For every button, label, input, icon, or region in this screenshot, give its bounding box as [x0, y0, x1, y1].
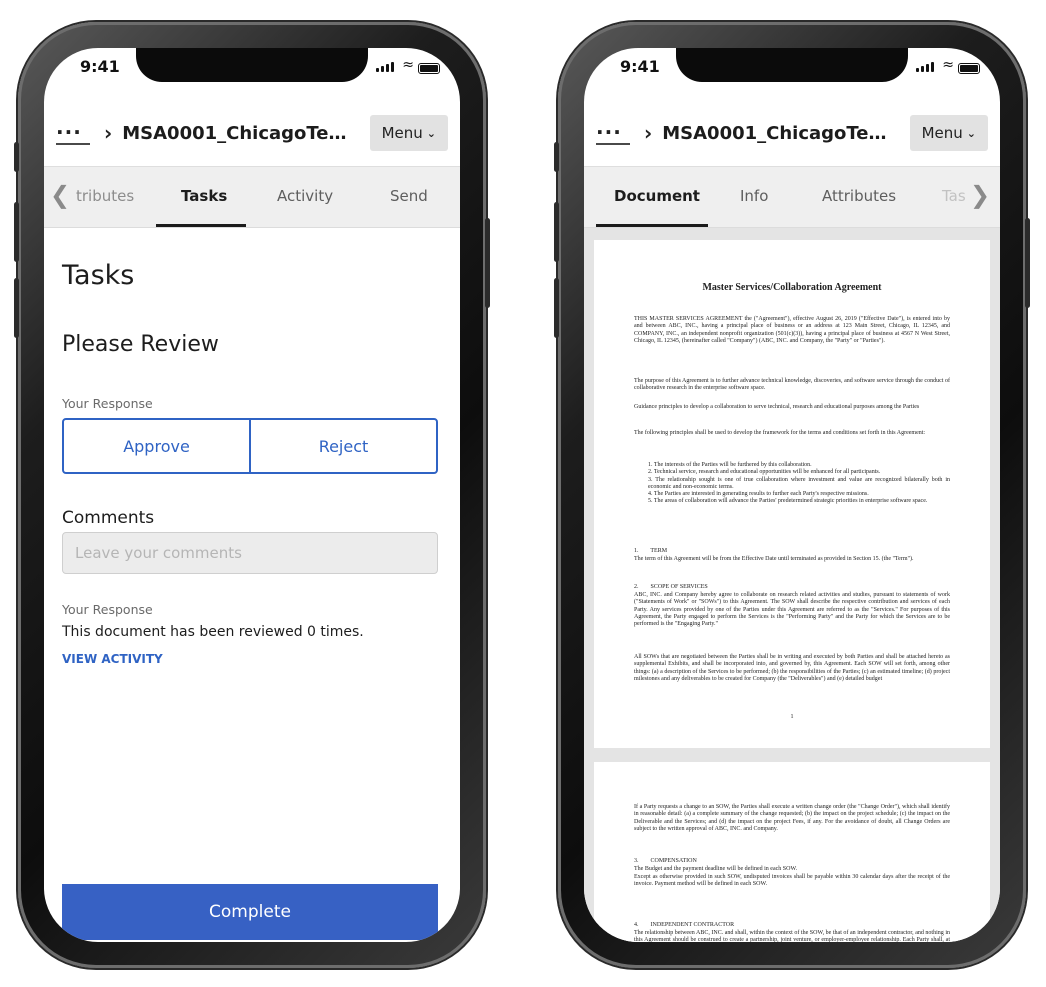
screen-left: 9:41 ≈ ··· › MSA0001_ChicagoTechCo... Me…	[44, 48, 460, 942]
comments-input[interactable]	[62, 532, 438, 574]
power-button	[1025, 218, 1030, 308]
menu-button-label: Menu	[921, 124, 963, 142]
complete-button[interactable]: Complete	[62, 884, 438, 940]
tab-bar: Document Info Attributes Tas ❯	[584, 166, 1000, 228]
doc-paragraph: ABC, INC. and Company hereby agree to co…	[634, 592, 950, 628]
chevron-right-icon[interactable]: ❯	[970, 181, 990, 209]
mute-switch	[14, 142, 19, 172]
menu-button[interactable]: Menu ⌄	[369, 115, 448, 151]
power-button	[485, 218, 490, 308]
status-time: 9:41	[620, 57, 660, 76]
chevron-right-icon[interactable]: ›	[644, 121, 652, 145]
response-label: Your Response	[62, 396, 153, 411]
doc-list-item: 3. The relationship sought is one of tru…	[648, 476, 950, 490]
doc-subheading: Guidance principles to develop a collabo…	[634, 404, 920, 410]
document-heading: Master Services/Collaboration Agreement	[702, 282, 882, 293]
active-tab-indicator	[596, 224, 708, 227]
tab-tasks[interactable]: Tas	[942, 187, 966, 205]
doc-paragraph: The following principles shall be used t…	[634, 430, 926, 436]
document-title: MSA0001_ChicagoTechCo...	[122, 122, 354, 144]
more-icon[interactable]: ···	[56, 122, 90, 145]
doc-paragraph: If a Party requests a change to an SOW, …	[634, 804, 950, 832]
chevron-right-icon[interactable]: ›	[104, 121, 112, 145]
doc-list-item: 2. Technical service, research and educa…	[648, 469, 881, 476]
task-heading: Please Review	[62, 332, 219, 357]
doc-paragraph: The term of this Agreement will be from …	[634, 556, 914, 562]
doc-section-heading: 1. TERM	[634, 548, 668, 554]
menu-button[interactable]: Menu ⌄	[909, 115, 988, 151]
document-title: MSA0001_ChicagoTechCo...	[662, 122, 894, 144]
active-tab-indicator	[156, 224, 246, 227]
status-time: 9:41	[80, 57, 120, 76]
phone-left: 9:41 ≈ ··· › MSA0001_ChicagoTechCo... Me…	[14, 22, 490, 968]
doc-paragraph: The purpose of this Agreement is to furt…	[634, 378, 950, 392]
comments-label: Comments	[62, 508, 155, 528]
chevron-down-icon: ⌄	[966, 126, 976, 140]
menu-button-label: Menu	[381, 124, 423, 142]
document-page: If a Party requests a change to an SOW, …	[594, 762, 990, 942]
notch	[676, 48, 908, 82]
tab-attributes[interactable]: tributes	[76, 187, 134, 205]
doc-paragraph: The relationship between ABC, INC. and s…	[634, 930, 950, 942]
doc-paragraph: Except as otherwise provided in such SOW…	[634, 874, 950, 888]
wifi-icon: ≈	[402, 57, 414, 73]
tab-attributes[interactable]: Attributes	[822, 187, 896, 205]
mute-switch	[554, 142, 559, 172]
more-icon[interactable]: ···	[596, 122, 630, 145]
doc-paragraph: THIS MASTER SERVICES AGREEMENT the ("Agr…	[634, 316, 950, 344]
doc-section-heading: 4. INDEPENDENT CONTRACTOR	[634, 922, 735, 928]
tab-tasks[interactable]: Tasks	[181, 187, 227, 205]
battery-icon	[418, 63, 440, 74]
response-status-label: Your Response	[62, 602, 153, 617]
doc-list-item: 5. The areas of collaboration will advan…	[648, 498, 928, 505]
tab-info[interactable]: Info	[740, 187, 768, 205]
doc-section-heading: 3. COMPENSATION	[634, 858, 697, 864]
tab-send[interactable]: Send	[390, 187, 428, 205]
chevron-left-icon[interactable]: ❮	[50, 181, 70, 209]
reject-button[interactable]: Reject	[249, 420, 436, 472]
doc-paragraph: All SOWs that are negotiated between the…	[634, 654, 950, 682]
page-title: Tasks	[62, 260, 135, 291]
notch	[136, 48, 368, 82]
tab-activity[interactable]: Activity	[277, 187, 333, 205]
signal-icon	[376, 62, 394, 72]
title-bar: ··· › MSA0001_ChicagoTechCo... Menu ⌄	[44, 100, 460, 166]
volume-up-button	[14, 202, 19, 262]
response-toggle: Approve Reject	[62, 418, 438, 474]
signal-icon	[916, 62, 934, 72]
approve-button[interactable]: Approve	[64, 420, 249, 472]
review-count-text: This document has been reviewed 0 times.	[62, 624, 364, 640]
tab-document[interactable]: Document	[614, 187, 700, 205]
title-bar: ··· › MSA0001_ChicagoTechCo... Menu ⌄	[584, 100, 1000, 166]
volume-down-button	[14, 278, 19, 338]
doc-paragraph: The Budget and the payment deadline will…	[634, 866, 798, 872]
document-page: Master Services/Collaboration Agreement …	[594, 240, 990, 748]
phone-right: 9:41 ≈ ··· › MSA0001_ChicagoTechCo... Me…	[554, 22, 1030, 968]
tab-bar: ❮ tributes Tasks Activity Send	[44, 166, 460, 228]
chevron-down-icon: ⌄	[426, 126, 436, 140]
page-number: 1	[790, 714, 794, 720]
doc-section-heading: 2. SCOPE OF SERVICES	[634, 584, 708, 590]
volume-up-button	[554, 202, 559, 262]
battery-icon	[958, 63, 980, 74]
document-viewer[interactable]: Master Services/Collaboration Agreement …	[584, 228, 1000, 942]
view-activity-link[interactable]: VIEW ACTIVITY	[62, 652, 163, 666]
wifi-icon: ≈	[942, 57, 954, 73]
doc-list: 1. The interests of the Parties will be …	[648, 462, 950, 506]
screen-right: 9:41 ≈ ··· › MSA0001_ChicagoTechCo... Me…	[584, 48, 1000, 942]
volume-down-button	[554, 278, 559, 338]
